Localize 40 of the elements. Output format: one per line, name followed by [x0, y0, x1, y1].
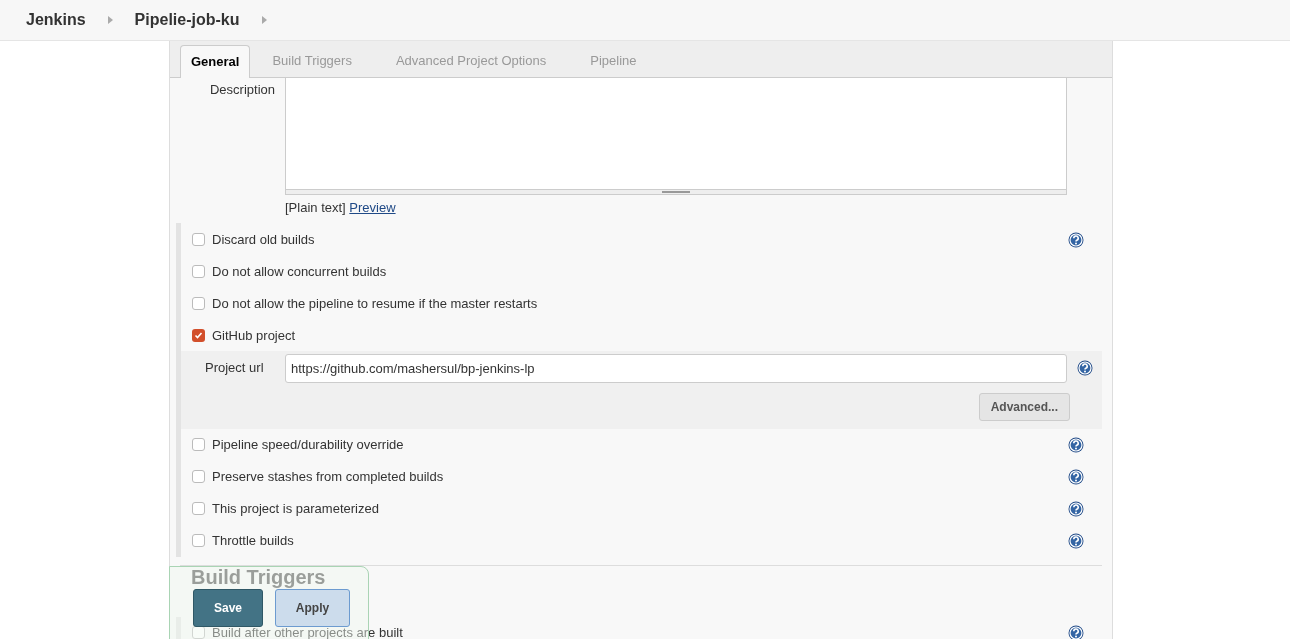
option-label: Preserve stashes from completed builds [212, 467, 445, 486]
checkbox[interactable] [192, 534, 205, 547]
checkbox[interactable] [192, 438, 205, 451]
breadcrumb-link[interactable]: Jenkins [26, 8, 86, 32]
save-button[interactable]: Save [193, 589, 263, 627]
checkbox[interactable] [192, 297, 205, 310]
checkbox[interactable] [192, 502, 205, 515]
help-icon[interactable] [1068, 436, 1084, 453]
tab[interactable]: General [180, 45, 251, 78]
option-label: GitHub project [212, 326, 297, 345]
advanced-button[interactable]: Advanced... [978, 392, 1070, 421]
checkbox[interactable] [192, 470, 205, 483]
format-note: [Plain text] [285, 200, 346, 215]
option-label: Discard old builds [212, 230, 316, 249]
field-label: Project url [204, 359, 265, 378]
help-icon[interactable] [1077, 360, 1093, 376]
field-label: Description [208, 81, 276, 99]
checkbox[interactable] [192, 329, 205, 342]
description-field[interactable] [285, 78, 1067, 190]
help-icon[interactable] [1068, 624, 1084, 639]
checkbox[interactable] [192, 233, 205, 246]
help-icon[interactable] [1068, 500, 1084, 517]
resize-handle[interactable] [285, 190, 1067, 195]
checkmark-icon [194, 331, 203, 340]
option-label: Do not allow concurrent builds [212, 262, 388, 281]
section-heading: Build Triggers [191, 566, 327, 587]
help-icon[interactable] [1068, 231, 1084, 248]
preview-link[interactable]: Preview [349, 200, 396, 215]
apply-button[interactable]: Apply [275, 589, 350, 627]
option-label: Throttle builds [212, 531, 295, 550]
option-label: This project is parameterized [212, 499, 380, 518]
url-field[interactable]: https://github.com/mashersul/bp-jenkins-lp [285, 353, 1067, 383]
checkbox[interactable] [192, 265, 205, 278]
help-icon[interactable] [1068, 468, 1084, 485]
caret-icon[interactable] [107, 16, 113, 24]
option-label: Do not allow the pipeline to resume if the master restarts [212, 294, 539, 313]
caret-icon[interactable] [261, 16, 267, 24]
breadcrumb-link[interactable]: Pipelie-job-ku [134, 8, 240, 32]
option-label: Pipeline speed/durability override [212, 435, 405, 454]
help-icon[interactable] [1068, 532, 1084, 549]
